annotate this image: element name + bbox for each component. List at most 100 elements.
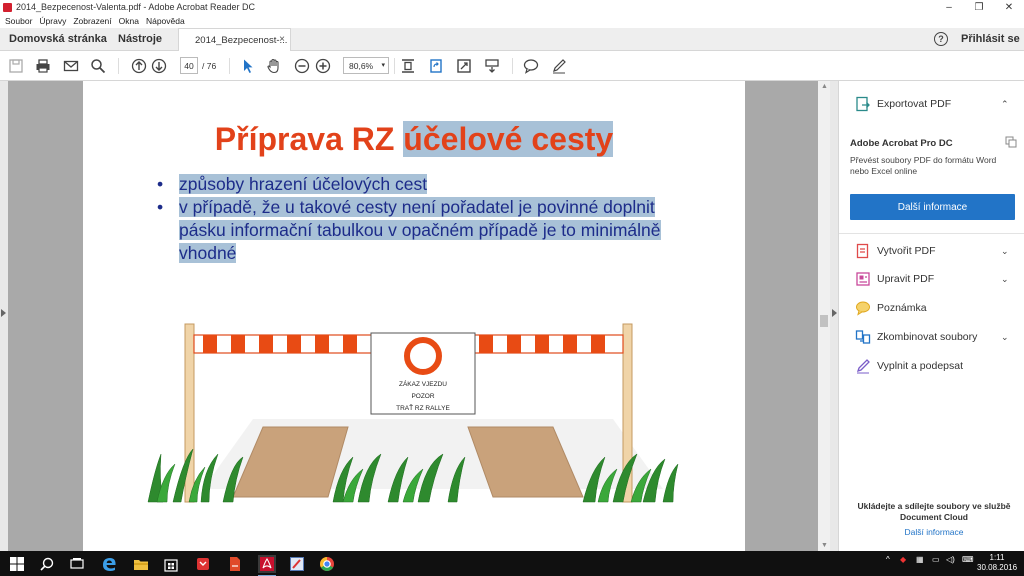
battery-icon[interactable]: ▭ xyxy=(932,555,940,564)
more-info-link[interactable]: Další informace xyxy=(849,527,1019,537)
store-icon[interactable] xyxy=(162,555,180,573)
copy-icon[interactable] xyxy=(1005,136,1017,148)
menu-soubor[interactable]: Soubor xyxy=(5,16,32,26)
slide-title-highlighted: účelové cesty xyxy=(403,121,614,157)
next-page-icon[interactable] xyxy=(151,58,167,74)
sign-line-2: POZOR xyxy=(411,393,434,400)
left-panel-toggle[interactable] xyxy=(0,81,8,551)
sidebar-divider xyxy=(839,233,1024,234)
help-icon[interactable]: ? xyxy=(934,32,948,46)
taskbar-clock[interactable]: 1:11 30.08.2016 xyxy=(977,553,1017,573)
pdf-file-icon[interactable] xyxy=(226,555,244,573)
rotate-page-icon[interactable] xyxy=(428,58,444,74)
create-pdf-icon xyxy=(856,243,869,259)
road-barrier-illustration: ZÁKAZ VJEZDU POZOR TRAŤ RZ RALLYE xyxy=(147,323,679,503)
chevron-down-icon[interactable]: ⌄ xyxy=(1001,332,1009,343)
scrollbar-thumb[interactable] xyxy=(820,315,828,327)
page-number-input[interactable]: 40 xyxy=(180,57,198,74)
tab-home[interactable]: Domovská stránka xyxy=(9,33,107,45)
tab-tools[interactable]: Nástroje xyxy=(118,33,162,45)
sidebar-item-combine[interactable]: Zkombinovat soubory ⌄ xyxy=(839,326,1024,348)
title-bar: 2014_Bezpecenost-Valenta.pdf - Adobe Acr… xyxy=(0,0,1024,14)
tab-bar: Domovská stránka Nástroje 2014_Bezpeceno… xyxy=(0,28,1024,51)
clock-date: 30.08.2016 xyxy=(977,563,1018,572)
window-title: 2014_Bezpecenost-Valenta.pdf - Adobe Acr… xyxy=(16,2,255,12)
zoom-select[interactable]: 80,6% ▾ xyxy=(343,57,389,74)
slide-title-plain: Příprava RZ xyxy=(214,121,404,157)
pdf-page: Příprava RZ účelové cesty • způsoby hraze… xyxy=(83,81,745,551)
chevron-up-icon[interactable]: ⌃ xyxy=(1001,99,1009,110)
fit-page-icon[interactable] xyxy=(400,58,416,74)
acrobat-reader-taskbar-icon[interactable] xyxy=(258,555,276,576)
email-icon[interactable] xyxy=(63,58,79,74)
windows-taskbar: ^ ◆ ▦ ▭ ◁) ⌨ 1:11 30.08.2016 xyxy=(0,551,1024,576)
task-view-icon[interactable] xyxy=(68,555,86,573)
volume-icon[interactable]: ◁) xyxy=(946,555,955,564)
document-cloud-promo: Ukládejte a sdílejte soubory ve službě D… xyxy=(857,501,1011,522)
collapse-arrow-icon xyxy=(832,309,837,317)
export-pdf-item[interactable]: Exportovat PDF ⌃ xyxy=(839,93,1024,115)
export-pdf-icon xyxy=(856,96,870,112)
close-window-button[interactable]: ✕ xyxy=(994,0,1024,14)
start-windows-icon[interactable] xyxy=(8,555,26,573)
select-cursor-icon[interactable] xyxy=(240,58,256,74)
document-viewer[interactable]: Příprava RZ účelové cesty • způsoby hraze… xyxy=(0,81,838,551)
scroll-mode-icon[interactable] xyxy=(484,58,500,74)
scroll-up-icon[interactable]: ▲ xyxy=(821,83,828,90)
acrobat-window: 2014_Bezpecenost-Valenta.pdf - Adobe Acr… xyxy=(0,0,1024,576)
show-hidden-icons[interactable]: ^ xyxy=(886,555,890,564)
page-count: / 76 xyxy=(202,61,217,71)
chevron-down-icon[interactable]: ⌄ xyxy=(1001,274,1009,285)
bullet-item: • v případě, že u takové cesty není pořad… xyxy=(157,196,677,265)
menu-upravy[interactable]: Úpravy xyxy=(39,16,66,26)
menu-okna[interactable]: Okna xyxy=(119,16,139,26)
create-pdf-label: Vytvořit PDF xyxy=(877,245,936,257)
comment-label: Poznámka xyxy=(877,302,927,314)
menu-bar: Soubor Úpravy Zobrazení Okna Nápověda xyxy=(0,14,1024,28)
full-screen-icon[interactable] xyxy=(456,58,472,74)
chrome-browser-icon[interactable] xyxy=(318,555,336,573)
minimize-button[interactable]: – xyxy=(934,0,964,14)
combine-files-icon xyxy=(855,330,871,344)
fill-sign-icon xyxy=(856,359,870,374)
taskbar-search-icon[interactable] xyxy=(38,555,56,573)
sidebar-item-create-pdf[interactable]: Vytvořit PDF ⌄ xyxy=(839,240,1024,262)
file-explorer-icon[interactable] xyxy=(132,555,150,573)
search-icon[interactable] xyxy=(90,58,106,74)
toolbar-divider xyxy=(512,58,513,74)
edge-browser-icon[interactable] xyxy=(100,555,118,573)
comment-icon[interactable] xyxy=(523,58,539,74)
right-panel-toggle[interactable] xyxy=(830,81,838,551)
network-icon[interactable]: ▦ xyxy=(916,555,924,564)
toolbar: 40 / 76 80,6% ▾ xyxy=(0,51,1024,81)
save-icon[interactable] xyxy=(8,58,24,74)
red-app-icon[interactable] xyxy=(194,555,212,573)
more-info-button[interactable]: Další informace xyxy=(850,194,1015,220)
zoom-in-icon[interactable] xyxy=(315,58,331,74)
bullet-list: • způsoby hrazení účelových cest • v přípa… xyxy=(157,173,677,265)
adobe-tray-icon[interactable]: ◆ xyxy=(900,555,906,564)
acrobat-app-icon xyxy=(3,2,12,12)
hand-tool-icon[interactable] xyxy=(266,58,282,74)
close-tab-button[interactable]: × xyxy=(279,34,285,45)
scroll-down-icon[interactable]: ▼ xyxy=(821,542,828,549)
sidebar-item-comment[interactable]: Poznámka xyxy=(839,297,1024,319)
keyboard-icon[interactable]: ⌨ xyxy=(962,555,974,564)
bullet-marker: • xyxy=(157,197,164,217)
sign-line-1: ZÁKAZ VJEZDU xyxy=(399,379,447,388)
maximize-button[interactable]: ❐ xyxy=(964,0,994,14)
previous-page-icon[interactable] xyxy=(131,58,147,74)
chevron-down-icon[interactable]: ⌄ xyxy=(1001,246,1009,257)
print-icon[interactable] xyxy=(35,58,51,74)
tab-document[interactable]: 2014_Bezpecenost-... × xyxy=(178,28,291,51)
menu-zobrazeni[interactable]: Zobrazení xyxy=(73,16,111,26)
sign-in-link[interactable]: Přihlásit se xyxy=(961,33,1020,45)
vertical-scrollbar[interactable]: ▲ ▼ xyxy=(818,81,830,551)
zoom-out-icon[interactable] xyxy=(294,58,310,74)
sign-pen-icon[interactable] xyxy=(551,58,567,74)
sidebar-item-fill-sign[interactable]: Vyplnit a podepsat xyxy=(839,355,1024,377)
paint-app-icon[interactable] xyxy=(288,555,306,573)
sidebar-item-edit-pdf[interactable]: Upravit PDF ⌄ xyxy=(839,268,1024,290)
comment-bubble-icon xyxy=(856,301,870,316)
menu-napoveda[interactable]: Nápověda xyxy=(146,16,185,26)
